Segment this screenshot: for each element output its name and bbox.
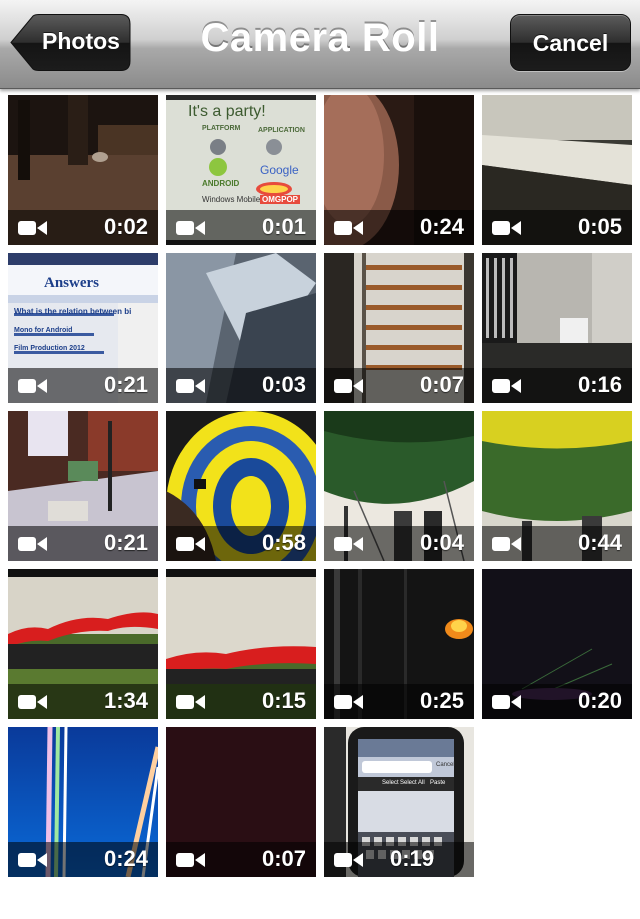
- video-thumbnail[interactable]: 0:02: [8, 95, 158, 245]
- video-camera-icon: [492, 379, 521, 393]
- video-camera-icon: [176, 537, 205, 551]
- video-camera-icon: [18, 695, 47, 709]
- video-duration: 0:19: [389, 846, 434, 871]
- slide-brand-text: Windows Mobile: [202, 195, 261, 204]
- video-thumbnail[interactable]: 0:05: [482, 95, 632, 245]
- video-duration: 0:02: [103, 214, 148, 239]
- video-thumbnail[interactable]: 0:07: [166, 727, 316, 877]
- video-camera-icon: [176, 695, 205, 709]
- video-duration: 0:05: [577, 214, 622, 239]
- video-camera-icon: [334, 853, 363, 867]
- video-thumbnail[interactable]: Answers What is the relation between bi …: [8, 253, 158, 403]
- video-duration: 0:01: [261, 214, 306, 239]
- video-thumbnail[interactable]: 0:04: [324, 411, 474, 561]
- video-duration: 0:03: [261, 372, 306, 397]
- video-duration: 1:34: [103, 688, 148, 713]
- video-camera-icon: [492, 221, 521, 235]
- site-heading-text: Answers: [44, 275, 99, 291]
- video-duration: 0:16: [577, 372, 622, 397]
- video-camera-icon: [334, 379, 363, 393]
- video-duration: 0:21: [103, 530, 148, 555]
- video-duration: 0:21: [103, 372, 148, 397]
- video-camera-icon: [334, 537, 363, 551]
- video-thumbnail[interactable]: 0:24: [8, 727, 158, 877]
- slide-column-label: APPLICATION: [258, 127, 305, 134]
- slide-column-label: PLATFORM: [202, 125, 241, 132]
- phone-menu-item: Paste: [430, 780, 446, 786]
- video-thumbnail[interactable]: It's a party! PLATFORM APPLICATION ANDRO…: [166, 95, 316, 245]
- video-thumbnail[interactable]: 0:24: [324, 95, 474, 245]
- slide-brand-text: OMGPOP: [260, 195, 301, 204]
- video-thumbnail[interactable]: 0:44: [482, 411, 632, 561]
- video-thumbnail[interactable]: 1:34: [8, 569, 158, 719]
- video-thumbnail[interactable]: 0:58: [166, 411, 316, 561]
- video-camera-icon: [334, 221, 363, 235]
- phone-menu-item: Select: [382, 780, 399, 786]
- video-duration: 0:24: [419, 214, 464, 239]
- video-duration: 0:04: [419, 530, 464, 555]
- slide-heading-text: It's a party!: [188, 103, 266, 120]
- video-duration: 0:24: [103, 846, 148, 871]
- phone-menu-item: Cancel: [436, 762, 455, 768]
- video-duration: 0:58: [261, 530, 306, 555]
- video-camera-icon: [492, 537, 521, 551]
- site-text-line: What is the relation between bi: [14, 307, 132, 316]
- video-thumbnail[interactable]: 0:07: [324, 253, 474, 403]
- slide-brand-text: Google: [260, 163, 299, 177]
- video-camera-icon: [18, 379, 47, 393]
- video-duration: 0:44: [577, 530, 622, 555]
- cancel-button[interactable]: Cancel: [510, 14, 631, 71]
- site-text-line: Mono for Android: [14, 327, 73, 334]
- phone-menu-item: Select All: [400, 780, 425, 786]
- video-thumbnail[interactable]: 0:20: [482, 569, 632, 719]
- video-camera-icon: [334, 695, 363, 709]
- video-thumbnail[interactable]: 0:21: [8, 411, 158, 561]
- navigation-bar: Photos Camera Roll Cancel: [0, 0, 640, 89]
- video-camera-icon: [176, 853, 205, 867]
- video-camera-icon: [18, 537, 47, 551]
- video-thumbnail[interactable]: 0:16: [482, 253, 632, 403]
- video-camera-icon: [18, 853, 47, 867]
- video-duration: 0:07: [419, 372, 464, 397]
- video-duration: 0:20: [577, 688, 622, 713]
- video-duration: 0:15: [261, 688, 306, 713]
- video-thumbnail[interactable]: Select Select All Paste Cancel 0:19: [324, 727, 474, 877]
- site-text-line: Film Production 2012: [14, 345, 85, 352]
- video-thumbnail[interactable]: 0:03: [166, 253, 316, 403]
- video-camera-icon: [176, 379, 205, 393]
- video-duration: 0:25: [419, 688, 464, 713]
- video-camera-icon: [492, 695, 521, 709]
- video-camera-icon: [18, 221, 47, 235]
- video-duration: 0:07: [261, 846, 306, 871]
- video-thumbnail[interactable]: 0:25: [324, 569, 474, 719]
- video-camera-icon: [176, 221, 205, 235]
- slide-brand-text: ANDROID: [202, 179, 240, 188]
- video-thumbnail[interactable]: 0:15: [166, 569, 316, 719]
